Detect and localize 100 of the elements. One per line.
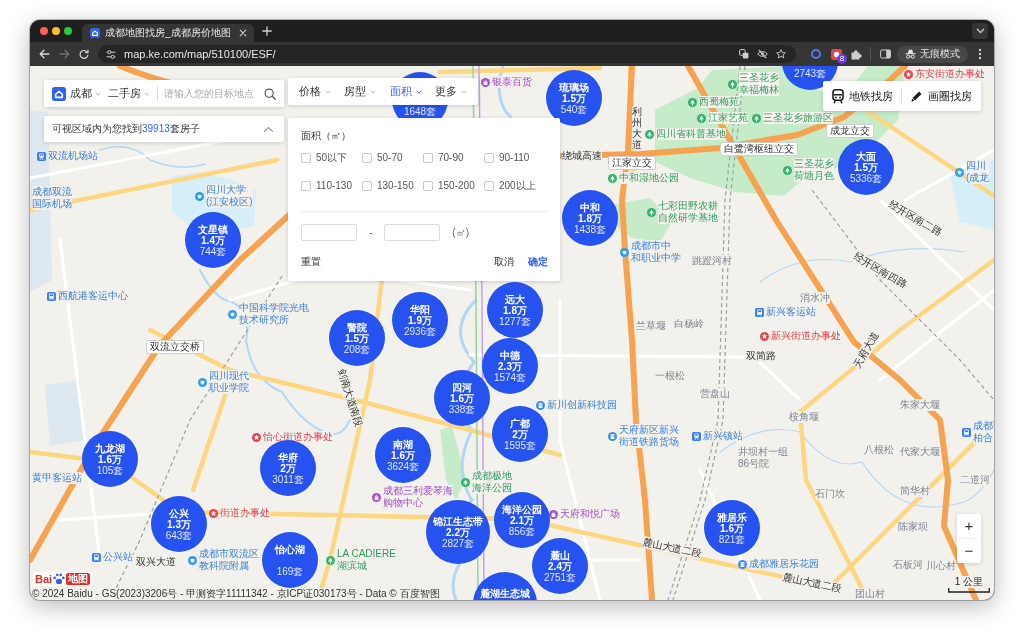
cluster-count: 1648套 — [403, 105, 437, 117]
cluster-marker[interactable]: 麓湖生态城 — [473, 572, 537, 600]
cluster-marker[interactable]: 华阳 1.9万 2936套 — [392, 292, 448, 348]
poi-label: 东安街道办事处 — [915, 68, 985, 80]
window-close-button[interactable] — [40, 27, 48, 35]
cluster-marker[interactable]: 广都 2万 1595套 — [492, 406, 548, 462]
checkbox[interactable] — [301, 181, 311, 191]
cluster-marker[interactable]: 琉璃场 1.5万 540套 — [546, 70, 602, 126]
checkbox[interactable] — [362, 153, 372, 163]
poi-label: 天府和悦广场 — [560, 508, 620, 520]
plus-icon — [262, 26, 272, 36]
tab-close-button[interactable] — [237, 27, 249, 39]
poi-label: 新兴客运站 — [766, 306, 816, 318]
tree-pin-icon — [645, 129, 654, 139]
subway-search-button[interactable]: 地铁找房 — [832, 88, 893, 104]
cluster-marker[interactable]: 远大 1.8万 1277套 — [487, 282, 543, 338]
poi-label: 成都市中 和职业中学 — [631, 240, 681, 264]
chevron-up-icon[interactable] — [263, 125, 274, 133]
poi-label: 怡心街道办事处 — [263, 431, 333, 443]
area-option[interactable]: 50以下 — [301, 152, 362, 164]
checkbox[interactable] — [484, 153, 494, 163]
min-area-field[interactable] — [301, 224, 357, 241]
checkbox[interactable] — [301, 153, 311, 163]
house-logo-icon — [52, 86, 66, 101]
arrow-right-icon — [58, 49, 70, 59]
logo-badge: 地图 — [66, 573, 91, 585]
max-area-field[interactable] — [384, 224, 441, 241]
area-option[interactable]: 70-90 — [423, 152, 484, 164]
window-zoom-button[interactable] — [64, 27, 72, 35]
cluster-marker[interactable]: 中德 2.3万 1574套 — [482, 338, 538, 394]
extension-button[interactable]: 8 — [828, 46, 844, 62]
cluster-name: 警院 — [347, 321, 367, 333]
cluster-marker[interactable]: 海洋公园 2.1万 856套 — [494, 492, 550, 548]
zoom-in-button[interactable]: + — [957, 514, 981, 538]
house-logo-icon — [90, 28, 100, 38]
star-icon — [776, 49, 786, 59]
cluster-marker[interactable]: 大面 1.5万 5336套 — [838, 139, 894, 195]
address-field[interactable]: map.ke.com/map/510100/ESF/ — [98, 45, 796, 63]
filter-tab[interactable]: 更多 — [435, 84, 468, 99]
cluster-marker[interactable]: 怡心湖 169套 — [262, 532, 318, 588]
poi-label: 成都三利爱琴海 购物中心 — [383, 485, 453, 509]
cluster-count: 2827套 — [441, 537, 475, 549]
panel-title: 面积（㎡） — [301, 130, 352, 142]
category-dropdown[interactable]: 二手房 — [108, 86, 150, 101]
browser-tab[interactable]: 成都地图找房_成都房价地图 — [82, 24, 254, 42]
poi-label: 四川省科普基地 — [656, 128, 726, 140]
city-dropdown[interactable]: 成都 — [70, 86, 101, 101]
area-option[interactable]: 90-110 — [484, 152, 545, 164]
search-field[interactable]: 请输入您的目标地点 — [162, 85, 260, 102]
poi-label: 四川 (成龙 — [966, 160, 990, 184]
caret-icon — [415, 89, 422, 94]
cluster-marker[interactable]: 中和 1.8万 1438套 — [562, 190, 618, 246]
cluster-marker[interactable]: 九龙湖 1.6万 105套 — [82, 431, 138, 487]
checkbox[interactable] — [423, 181, 433, 191]
search-icon[interactable] — [264, 87, 276, 100]
cluster-marker[interactable]: 雅居乐 1.6万 821套 — [704, 500, 760, 556]
building-pin-icon — [738, 559, 747, 569]
extension-button[interactable] — [808, 46, 824, 62]
cluster-marker[interactable]: 麓山 2.4万 2751套 — [532, 538, 588, 594]
cluster-marker[interactable]: 四河 1.6万 338套 — [434, 370, 490, 426]
cluster-count: 856套 — [508, 525, 536, 537]
range-separator: - — [369, 227, 373, 238]
scale-label: 1 公里 — [954, 576, 984, 588]
area-option[interactable]: 50-70 — [362, 152, 423, 164]
building-pin-icon — [608, 431, 617, 441]
incognito-button[interactable]: 无痕模式 — [897, 45, 968, 63]
place-name: 石板河 — [893, 559, 923, 571]
area-option[interactable]: 130-150 — [362, 180, 423, 192]
cancel-button[interactable]: 取消 — [494, 255, 514, 269]
place-name: 川心村 — [926, 560, 956, 572]
tree-pin-icon — [752, 113, 761, 123]
filter-tab[interactable]: 面积 — [389, 84, 422, 99]
filter-tab[interactable]: 价格 — [298, 84, 331, 99]
cluster-marker[interactable]: 锦江生态带 2.2万 2827套 — [426, 500, 490, 564]
cluster-name: 广都 — [510, 417, 530, 429]
cluster-marker[interactable]: 南湖 1.6万 3624套 — [375, 427, 431, 483]
cluster-marker[interactable]: 警院 1.5万 208套 — [329, 310, 385, 366]
checkbox[interactable] — [362, 181, 372, 191]
new-tab-button[interactable] — [259, 23, 275, 39]
puzzle-icon — [850, 48, 862, 60]
side-panel-button[interactable] — [877, 46, 893, 62]
reset-button[interactable]: 重置 — [301, 255, 321, 269]
tab-list-button[interactable] — [972, 23, 988, 39]
window-minimize-button[interactable] — [52, 27, 60, 35]
poi-label: 新川创新科技园 — [547, 399, 617, 411]
tree-pin-icon — [697, 113, 706, 123]
filter-tab[interactable]: 房型 — [344, 84, 377, 99]
eye-slash-icon — [757, 49, 768, 59]
place-name: 八根松 — [864, 444, 894, 456]
area-option[interactable]: 110-130 — [301, 180, 362, 192]
cluster-marker[interactable]: 华府 2万 3011套 — [260, 440, 316, 496]
draw-area-button[interactable]: 画圈找房 — [910, 88, 972, 104]
checkbox[interactable] — [423, 153, 433, 163]
checkbox[interactable] — [484, 181, 494, 191]
area-option[interactable]: 150-200 — [423, 180, 484, 192]
cluster-count: 3624套 — [386, 460, 420, 472]
star-pin-icon — [252, 432, 261, 442]
confirm-button[interactable]: 确定 — [528, 255, 548, 269]
zoom-out-button[interactable]: − — [957, 539, 981, 563]
area-option[interactable]: 200以上 — [484, 180, 545, 192]
